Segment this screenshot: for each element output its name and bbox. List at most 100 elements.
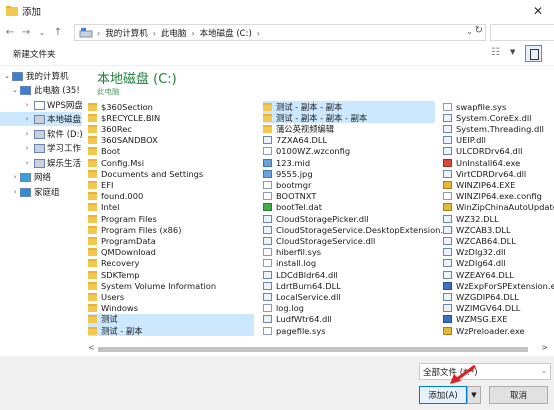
file-list-item[interactable]: ULCDRDrv64.dll xyxy=(443,146,554,157)
file-list-item[interactable]: UEIP.dll xyxy=(443,135,554,146)
refresh-button[interactable]: ↻ xyxy=(475,25,483,36)
file-list-item[interactable]: ProgramData xyxy=(88,235,254,246)
search-input[interactable] xyxy=(490,24,554,41)
file-list-item[interactable]: CloudStorageService.dll xyxy=(263,235,435,246)
file-list-item[interactable]: found.000 xyxy=(88,191,254,202)
file-list-item[interactable]: WzDlg64.dll xyxy=(443,258,554,269)
chevron-right-icon[interactable]: › xyxy=(23,144,31,152)
file-list-item[interactable]: Users xyxy=(88,291,254,302)
file-list-item[interactable]: Documents and Settings xyxy=(88,168,254,179)
nav-tree-item[interactable]: › 家庭组 xyxy=(0,185,82,199)
chevron-right-icon[interactable]: › xyxy=(11,173,19,181)
file-list-item[interactable]: WzDlg32.dll xyxy=(443,247,554,258)
file-list-item[interactable]: 测试 - 副本 - 副本 - 副本 xyxy=(263,112,435,124)
file-type-select[interactable]: 全部文件 (*.*) ⌄ xyxy=(419,363,551,380)
file-list-item[interactable]: System.CoreEx.dll xyxy=(443,112,554,123)
file-list-item[interactable]: 测试 xyxy=(88,313,254,326)
file-list-item[interactable]: Boot xyxy=(88,146,254,157)
file-list-item[interactable]: 测试 - 副本 - 副本 xyxy=(263,101,435,113)
horizontal-scrollbar[interactable]: < > xyxy=(82,343,554,356)
address-dropdown-button[interactable]: ⌄ xyxy=(466,27,473,36)
recent-locations-button[interactable]: ⌄ xyxy=(36,25,48,39)
breadcrumb-item[interactable]: 此电脑 xyxy=(161,27,187,39)
chevron-down-icon[interactable]: ⌄ xyxy=(11,86,19,94)
file-list-item[interactable]: 123.mid xyxy=(263,157,435,168)
address-bar[interactable]: › 我的计算机 › 此电脑 › 本地磁盘 (C:) › ⌄ ↻ xyxy=(74,24,486,41)
file-list-item[interactable]: 蒲公英视频编辑 xyxy=(263,123,435,134)
back-button[interactable]: ← xyxy=(4,25,16,39)
cancel-button[interactable]: 取消 xyxy=(489,386,548,404)
file-list-item[interactable]: WZCAB3.DLL xyxy=(443,224,554,235)
nav-tree-item[interactable]: › 网络 xyxy=(0,170,82,184)
file-list-item[interactable]: WINZIP64.EXE xyxy=(443,179,554,190)
file-list-item[interactable]: QMDownload xyxy=(88,247,254,258)
chevron-down-icon[interactable]: ▼ xyxy=(510,48,515,56)
preview-pane-button[interactable] xyxy=(525,45,542,62)
chevron-right-icon[interactable]: › xyxy=(23,159,31,167)
file-list-item[interactable]: 7ZXA64.DLL xyxy=(263,135,435,146)
file-list-item[interactable]: WZ32.DLL xyxy=(443,213,554,224)
up-button[interactable]: ↑ xyxy=(52,25,64,39)
nav-tree-item[interactable]: › 软件 (D:) xyxy=(0,127,82,141)
file-list-item[interactable]: Recovery xyxy=(88,258,254,269)
file-list-item[interactable]: WZCAB64.DLL xyxy=(443,235,554,246)
file-list-item[interactable]: VirtCDRDrv64.dll xyxy=(443,168,554,179)
breadcrumb-item[interactable]: 本地磁盘 (C:) xyxy=(200,27,252,39)
file-list-item[interactable]: System.Threading.dll xyxy=(443,123,554,134)
file-list-item[interactable]: 360Rec xyxy=(88,123,254,134)
file-list-item[interactable]: WZMSG.EXE xyxy=(443,314,554,325)
file-list-item[interactable]: bootmgr xyxy=(263,179,435,190)
nav-tree-item[interactable]: › WPS网盘 xyxy=(0,98,82,112)
file-list-item[interactable]: CloudStorageService.DesktopExtension.dll xyxy=(263,224,453,235)
file-list-item[interactable]: SDKTemp xyxy=(88,269,254,280)
file-list-item[interactable]: BOOTNXT xyxy=(263,191,435,202)
file-list-item[interactable]: WINZIP64.exe.config xyxy=(443,191,554,202)
nav-tree-item[interactable]: › 娱乐生活 xyxy=(0,156,82,170)
file-list-item[interactable]: WZGDIP64.DLL xyxy=(443,291,554,302)
add-dropdown-button[interactable]: ▼ xyxy=(467,386,481,404)
file-list-item[interactable]: 测试 - 副本 xyxy=(88,325,254,337)
file-list-item[interactable]: WinZipChinaAutoUpdater xyxy=(443,202,554,213)
chevron-down-icon[interactable]: ⌄ xyxy=(3,72,11,80)
file-list-item[interactable]: EFI xyxy=(88,179,254,190)
file-list-item[interactable]: install.log xyxy=(263,258,435,269)
breadcrumb-item[interactable]: 我的计算机 xyxy=(105,27,148,39)
file-list-item[interactable]: WZEAY64.DLL xyxy=(443,269,554,280)
new-folder-button[interactable]: 新建文件夹 xyxy=(13,48,56,60)
file-list-item[interactable]: $360Section xyxy=(88,101,254,112)
file-list-item[interactable]: 0100WZ.wzconfig xyxy=(263,146,435,157)
file-list-item[interactable]: $RECYCLE.BIN xyxy=(88,112,254,123)
file-list-item[interactable]: LocalService.dll xyxy=(263,291,435,302)
view-options-button[interactable]: ☷ xyxy=(491,47,505,59)
nav-tree-item[interactable]: ⌄ 此电脑 (35! xyxy=(0,83,82,97)
file-list-item[interactable]: Intel xyxy=(88,202,254,213)
file-list-item[interactable]: Config.Msi xyxy=(88,157,254,168)
nav-tree-item[interactable]: ⌄ 我的计算机 xyxy=(0,69,82,83)
file-list-item[interactable]: WzPreloader.exe xyxy=(443,325,554,336)
file-list-item[interactable]: swapfile.sys xyxy=(443,101,554,112)
file-list-item[interactable]: Program Files (x86) xyxy=(88,224,254,235)
nav-tree-item[interactable]: › 学习工作 xyxy=(0,141,82,155)
chevron-right-icon[interactable]: › xyxy=(23,130,31,138)
file-list-item[interactable]: bootTel.dat xyxy=(263,202,435,213)
file-list-item[interactable]: 360SANDBOX xyxy=(88,135,254,146)
file-list-item[interactable]: hiberfil.sys xyxy=(263,247,435,258)
file-list-item[interactable]: Windows xyxy=(88,303,254,314)
file-list-item[interactable]: System Volume Information xyxy=(88,280,254,291)
chevron-right-icon[interactable]: › xyxy=(23,101,31,109)
close-button[interactable]: ✕ xyxy=(522,0,554,22)
add-button[interactable]: 添加(A) xyxy=(419,386,467,404)
file-list-item[interactable]: WzExpForSPExtension.exe xyxy=(443,280,554,291)
scroll-right-button[interactable]: > xyxy=(541,343,548,352)
file-list-item[interactable]: LdrtBurn64.DLL xyxy=(263,280,435,291)
file-list-item[interactable]: LDCdBldr64.dll xyxy=(263,269,435,280)
file-list-item[interactable]: CloudStoragePicker.dll xyxy=(263,213,435,224)
file-list-item[interactable]: Program Files xyxy=(88,213,254,224)
scroll-left-button[interactable]: < xyxy=(88,343,95,352)
file-list-item[interactable]: UnInstall64.exe xyxy=(443,157,554,168)
scrollbar-thumb[interactable] xyxy=(98,347,528,352)
chevron-right-icon[interactable]: › xyxy=(11,188,19,196)
file-list-item[interactable]: 9555.jpg xyxy=(263,168,435,179)
file-list-item[interactable]: WZIMGV64.DLL xyxy=(443,303,554,314)
forward-button[interactable]: → xyxy=(20,25,32,39)
